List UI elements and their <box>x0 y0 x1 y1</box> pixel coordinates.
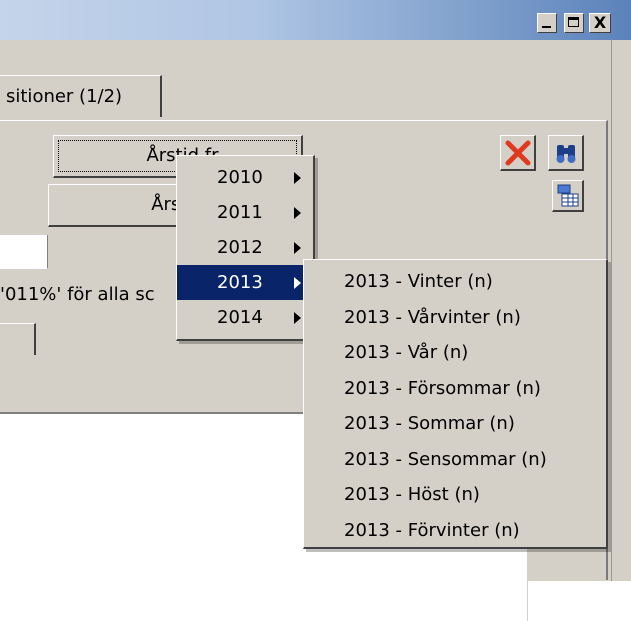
season-menu-item[interactable]: 2013 - Vår (n) <box>304 335 606 371</box>
season-submenu: 2013 - Vinter (n) 2013 - Vårvinter (n) 2… <box>303 259 608 549</box>
window-right-border <box>611 40 631 581</box>
menu-item-label: 2010 <box>217 167 263 188</box>
submenu-arrow-icon <box>294 172 301 184</box>
menu-item-label: 2012 <box>217 237 263 258</box>
year-menu-item[interactable]: 2011 <box>177 195 313 230</box>
year-menu-item[interactable]: 2014 <box>177 300 313 335</box>
season-menu-item[interactable]: 2013 - Sensommar (n) <box>304 442 606 478</box>
season-menu-item[interactable]: 2013 - Höst (n) <box>304 477 606 513</box>
season-menu-item[interactable]: 2013 - Sommar (n) <box>304 406 606 442</box>
season-menu-item[interactable]: 2013 - Försommar (n) <box>304 371 606 407</box>
season-menu-item[interactable]: 2013 - Förvinter (n) <box>304 513 606 549</box>
maximize-icon <box>565 14 583 32</box>
season-menu-item[interactable]: 2013 - Vinter (n) <box>304 264 606 300</box>
find-button[interactable] <box>548 135 584 171</box>
delete-button[interactable] <box>500 135 536 171</box>
submenu-arrow-icon <box>294 312 301 324</box>
info-text: '011%' för alla sc <box>0 284 155 305</box>
year-menu: 2010 2011 2012 2013 2014 <box>176 155 315 341</box>
submenu-arrow-icon <box>294 277 301 289</box>
tab-positions[interactable]: sitioner (1/2) <box>0 75 162 117</box>
title-bar: X <box>0 0 631 40</box>
menu-item-label: 2014 <box>217 307 263 328</box>
table-button[interactable] <box>552 180 584 212</box>
tab-label: sitioner (1/2) <box>6 86 123 107</box>
sub-tab[interactable] <box>0 323 36 355</box>
minimize-icon <box>538 14 556 32</box>
year-menu-item-selected[interactable]: 2013 <box>177 265 313 300</box>
binoculars-icon <box>556 145 576 163</box>
season-menu-item[interactable]: 2013 - Vårvinter (n) <box>304 300 606 336</box>
table-icon <box>557 184 579 207</box>
minimize-button[interactable] <box>537 13 557 33</box>
menu-item-label: 2011 <box>217 202 263 223</box>
maximize-button[interactable] <box>564 13 584 33</box>
submenu-arrow-icon <box>294 242 301 254</box>
text-input[interactable] <box>0 235 48 269</box>
menu-item-label: 2013 <box>217 272 263 293</box>
submenu-arrow-icon <box>294 207 301 219</box>
close-button[interactable]: X <box>589 13 611 33</box>
red-x-icon <box>505 140 531 166</box>
year-menu-item[interactable]: 2012 <box>177 230 313 265</box>
close-icon: X <box>593 13 607 32</box>
year-menu-item[interactable]: 2010 <box>177 160 313 195</box>
